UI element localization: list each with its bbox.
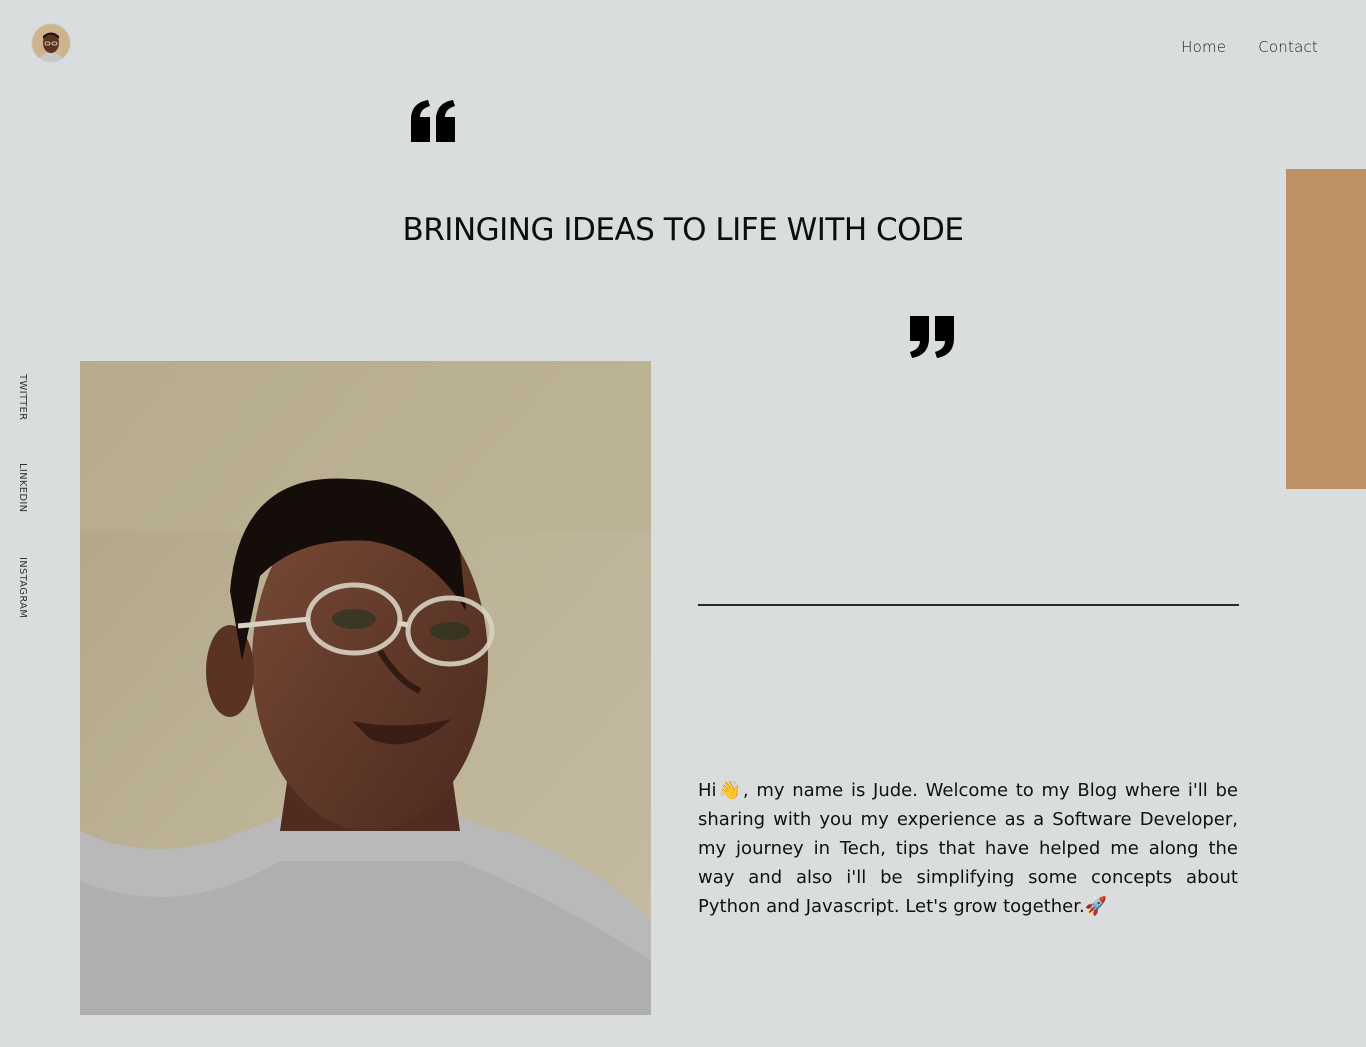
page-title: BRINGING IDEAS TO LIFE WITH CODE bbox=[402, 212, 964, 248]
main-nav: Home Contact bbox=[1181, 38, 1318, 56]
section-divider bbox=[698, 604, 1239, 606]
bio-text: Hi👋, my name is Jude. Welcome to my Blog… bbox=[698, 780, 1238, 917]
social-link-twitter[interactable]: TWITTER bbox=[17, 374, 28, 420]
nav-contact-link[interactable]: Contact bbox=[1258, 38, 1318, 56]
accent-bar bbox=[1286, 169, 1366, 489]
social-link-linkedin[interactable]: LINKEDIN bbox=[17, 463, 28, 512]
close-quote-icon bbox=[910, 316, 954, 358]
open-quote-icon bbox=[411, 100, 455, 142]
avatar[interactable] bbox=[32, 24, 70, 62]
profile-photo bbox=[80, 361, 651, 1015]
nav-home-link[interactable]: Home bbox=[1181, 38, 1226, 56]
social-link-instagram[interactable]: INSTAGRAM bbox=[17, 557, 28, 618]
